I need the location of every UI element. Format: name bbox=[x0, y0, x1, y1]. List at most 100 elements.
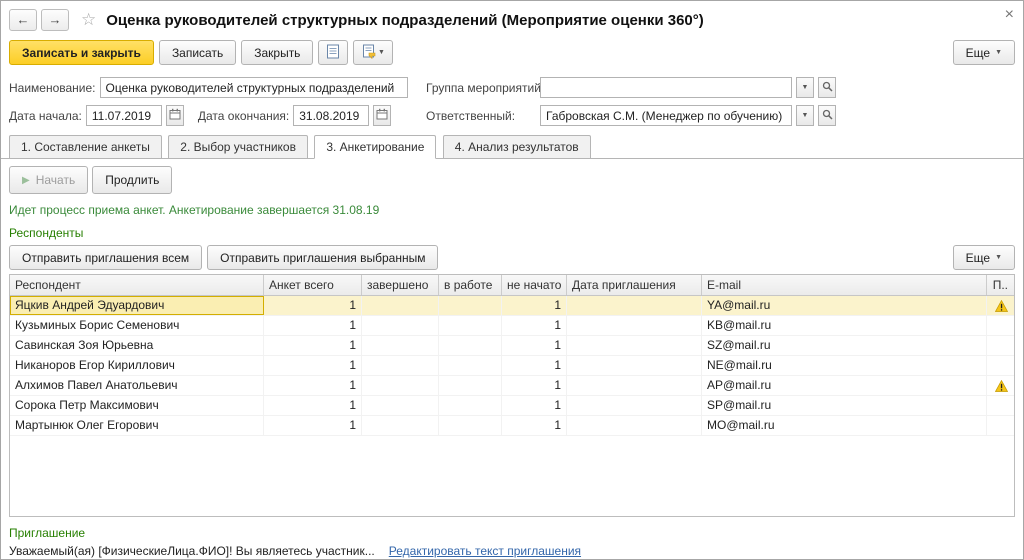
table-cell[interactable]: YA@mail.ru bbox=[702, 296, 987, 315]
table-cell[interactable]: 1 bbox=[264, 296, 362, 315]
tab-surveying[interactable]: 3. Анкетирование bbox=[314, 135, 437, 159]
extend-survey-button[interactable]: Продлить bbox=[92, 166, 173, 194]
send-invitations-all-button[interactable]: Отправить приглашения всем bbox=[9, 245, 203, 270]
table-cell[interactable] bbox=[567, 396, 702, 415]
column-header-email[interactable]: E-mail bbox=[702, 275, 987, 295]
table-cell[interactable]: 1 bbox=[502, 356, 567, 375]
table-cell[interactable]: 1 bbox=[264, 356, 362, 375]
table-cell[interactable] bbox=[439, 296, 502, 315]
table-row[interactable]: Никаноров Егор Кириллович 1 1 NE@mail.ru bbox=[10, 356, 1014, 376]
table-cell[interactable] bbox=[362, 376, 439, 395]
table-cell[interactable]: 1 bbox=[502, 296, 567, 315]
table-cell[interactable] bbox=[439, 416, 502, 435]
start-survey-button[interactable]: ▶ Начать bbox=[9, 166, 89, 194]
table-cell[interactable]: SP@mail.ru bbox=[702, 396, 987, 415]
more-button[interactable]: Еще ▼ bbox=[952, 40, 1015, 65]
close-form-button[interactable]: Закрыть bbox=[241, 40, 314, 65]
table-cell[interactable] bbox=[362, 336, 439, 355]
table-cell[interactable]: 1 bbox=[264, 376, 362, 395]
table-cell[interactable]: MO@mail.ru bbox=[702, 416, 987, 435]
table-cell[interactable]: NE@mail.ru bbox=[702, 356, 987, 375]
tab-results-analysis[interactable]: 4. Анализ результатов bbox=[442, 135, 591, 159]
table-cell[interactable]: 1 bbox=[264, 416, 362, 435]
respondent-name-cell[interactable]: Сорока Петр Максимович bbox=[10, 396, 264, 415]
table-cell[interactable]: KB@mail.ru bbox=[702, 316, 987, 335]
table-cell[interactable]: 1 bbox=[264, 336, 362, 355]
table-row[interactable]: Савинская Зоя Юрьевна 1 1 SZ@mail.ru bbox=[10, 336, 1014, 356]
warning-cell[interactable] bbox=[987, 296, 1014, 315]
table-cell[interactable] bbox=[567, 296, 702, 315]
table-cell[interactable]: SZ@mail.ru bbox=[702, 336, 987, 355]
save-close-button[interactable]: Записать и закрыть bbox=[9, 40, 154, 65]
responsible-input[interactable] bbox=[540, 105, 792, 126]
responsible-open-button[interactable] bbox=[818, 105, 836, 126]
name-input[interactable] bbox=[99, 77, 408, 98]
column-header-flag[interactable]: П.. bbox=[987, 275, 1014, 295]
table-cell[interactable] bbox=[567, 316, 702, 335]
table-cell[interactable]: 1 bbox=[502, 396, 567, 415]
column-header-respondent[interactable]: Респондент bbox=[10, 275, 264, 295]
forward-button[interactable]: → bbox=[41, 9, 69, 31]
column-header-in-progress[interactable]: в работе bbox=[439, 275, 502, 295]
event-group-input[interactable] bbox=[540, 77, 792, 98]
table-more-button[interactable]: Еще ▼ bbox=[952, 245, 1015, 270]
table-cell[interactable] bbox=[362, 396, 439, 415]
respondent-name-cell[interactable]: Мартынюк Олег Егорович bbox=[10, 416, 264, 435]
column-header-total[interactable]: Анкет всего bbox=[264, 275, 362, 295]
warning-cell[interactable] bbox=[987, 376, 1014, 395]
table-row[interactable]: Яцкив Андрей Эдуардович 1 1 YA@mail.ru bbox=[10, 296, 1014, 316]
table-cell[interactable] bbox=[439, 376, 502, 395]
edit-invitation-link[interactable]: Редактировать текст приглашения bbox=[389, 544, 581, 558]
close-icon[interactable]: × bbox=[1005, 7, 1014, 23]
send-invitations-selected-button[interactable]: Отправить приглашения выбранным bbox=[207, 245, 439, 270]
warning-cell[interactable] bbox=[987, 396, 1014, 415]
column-header-not-started[interactable]: не начато bbox=[502, 275, 567, 295]
table-cell[interactable] bbox=[567, 356, 702, 375]
respondent-name-cell[interactable]: Кузьминых Борис Семенович bbox=[10, 316, 264, 335]
table-cell[interactable]: 1 bbox=[502, 336, 567, 355]
table-cell[interactable]: 1 bbox=[264, 316, 362, 335]
table-cell[interactable] bbox=[567, 376, 702, 395]
table-cell[interactable] bbox=[439, 316, 502, 335]
favorite-star-icon[interactable]: ☆ bbox=[81, 10, 96, 30]
table-row[interactable]: Кузьминых Борис Семенович 1 1 KB@mail.ru bbox=[10, 316, 1014, 336]
table-cell[interactable] bbox=[362, 416, 439, 435]
respondent-name-cell[interactable]: Алхимов Павел Анатольевич bbox=[10, 376, 264, 395]
start-date-calendar-button[interactable] bbox=[165, 105, 184, 126]
end-date-calendar-button[interactable] bbox=[373, 105, 392, 126]
end-date-input[interactable] bbox=[293, 105, 370, 126]
warning-cell[interactable] bbox=[987, 356, 1014, 375]
table-row[interactable]: Мартынюк Олег Егорович 1 1 MO@mail.ru bbox=[10, 416, 1014, 436]
table-cell[interactable] bbox=[567, 416, 702, 435]
table-cell[interactable] bbox=[362, 296, 439, 315]
table-cell[interactable] bbox=[439, 356, 502, 375]
table-cell[interactable] bbox=[567, 336, 702, 355]
table-cell[interactable]: 1 bbox=[502, 376, 567, 395]
warning-cell[interactable] bbox=[987, 316, 1014, 335]
table-cell[interactable]: 1 bbox=[502, 316, 567, 335]
save-button[interactable]: Записать bbox=[158, 40, 237, 65]
tab-questionnaire-creation[interactable]: 1. Составление анкеты bbox=[9, 135, 162, 159]
event-group-open-button[interactable] bbox=[818, 77, 836, 98]
respondent-name-cell[interactable]: Никаноров Егор Кириллович bbox=[10, 356, 264, 375]
respondent-name-cell[interactable]: Савинская Зоя Юрьевна bbox=[10, 336, 264, 355]
create-based-on-button[interactable]: ▼ bbox=[353, 40, 394, 65]
table-cell[interactable] bbox=[439, 336, 502, 355]
event-group-dropdown-button[interactable]: ▼ bbox=[796, 77, 814, 98]
column-header-completed[interactable]: завершено bbox=[362, 275, 439, 295]
table-row[interactable]: Сорока Петр Максимович 1 1 SP@mail.ru bbox=[10, 396, 1014, 416]
responsible-dropdown-button[interactable]: ▼ bbox=[796, 105, 814, 126]
warning-cell[interactable] bbox=[987, 336, 1014, 355]
start-date-input[interactable] bbox=[85, 105, 162, 126]
questionnaire-document-button[interactable] bbox=[318, 40, 349, 65]
table-cell[interactable] bbox=[362, 316, 439, 335]
back-button[interactable]: ← bbox=[9, 9, 37, 31]
table-cell[interactable]: 1 bbox=[502, 416, 567, 435]
tab-participants-selection[interactable]: 2. Выбор участников bbox=[168, 135, 308, 159]
column-header-invite-date[interactable]: Дата приглашения bbox=[567, 275, 702, 295]
table-cell[interactable] bbox=[362, 356, 439, 375]
respondent-name-cell[interactable]: Яцкив Андрей Эдуардович bbox=[10, 296, 264, 315]
table-cell[interactable]: 1 bbox=[264, 396, 362, 415]
warning-cell[interactable] bbox=[987, 416, 1014, 435]
table-cell[interactable]: AP@mail.ru bbox=[702, 376, 987, 395]
